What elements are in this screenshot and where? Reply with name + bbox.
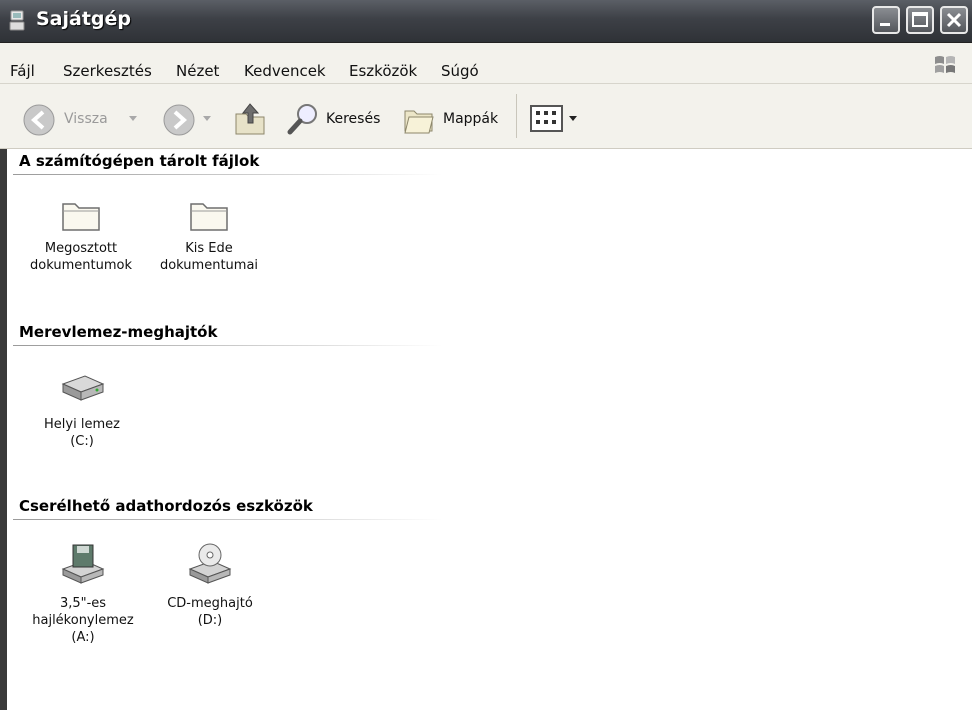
menu-edit[interactable]: Szerkesztés [63, 62, 152, 80]
menu-favorites[interactable]: Kedvencek [244, 62, 326, 80]
menu-file[interactable]: Fájl [10, 62, 35, 80]
item-label: 3,5"-es hajlékonylemez (A:) [32, 596, 134, 645]
search-icon[interactable] [286, 101, 322, 137]
maximize-button[interactable] [906, 6, 934, 34]
folders-icon[interactable] [402, 103, 438, 137]
close-icon [946, 12, 962, 28]
item-label: Helyi lemez (C:) [44, 417, 120, 449]
hard-drive-icon [61, 375, 105, 401]
minimize-button[interactable] [872, 6, 900, 34]
folders-label[interactable]: Mappák [443, 111, 498, 127]
forward-arrow-icon[interactable] [162, 103, 196, 137]
maximize-icon [912, 12, 928, 27]
cd-drive-d-item[interactable]: CD-meghajtó (D:) [152, 541, 268, 629]
my-computer-icon [9, 10, 25, 31]
toolbar-separator [516, 94, 517, 138]
search-label[interactable]: Keresés [326, 111, 380, 127]
title-bar[interactable]: Sajátgép [0, 0, 972, 43]
menu-view[interactable]: Nézet [176, 62, 219, 80]
menu-tools[interactable]: Eszközök [349, 62, 417, 80]
floppy-drive-icon [61, 544, 105, 584]
group-divider [13, 519, 443, 520]
forward-dropdown-icon[interactable] [202, 115, 212, 123]
shared-documents-item[interactable]: Megosztott dokumentumok [16, 196, 146, 274]
kis-ede-documents-item[interactable]: Kis Ede dokumentumai [150, 196, 268, 274]
up-folder-icon[interactable] [232, 100, 268, 138]
menu-bar: Fájl Szerkesztés Nézet Kedvencek Eszközö… [0, 43, 972, 84]
item-label: Kis Ede dokumentumai [159, 241, 259, 273]
window-left-border [0, 149, 7, 710]
window-title: Sajátgép [36, 8, 132, 30]
item-label: CD-meghajtó (D:) [167, 596, 253, 628]
views-icon[interactable] [530, 104, 564, 134]
item-label: Megosztott dokumentumok [30, 241, 132, 273]
close-button[interactable] [940, 6, 968, 34]
group-header-removable: Cserélhető adathordozós eszközök [19, 497, 313, 515]
floppy-drive-a-item[interactable]: 3,5"-es hajlékonylemez (A:) [18, 541, 148, 646]
menu-help[interactable]: Súgó [441, 62, 479, 80]
group-divider [13, 174, 443, 175]
cd-drive-icon [188, 543, 232, 584]
local-disk-c-item[interactable]: Helyi lemez (C:) [30, 370, 134, 450]
folder-icon [190, 203, 228, 231]
back-dropdown-icon[interactable] [128, 115, 138, 123]
back-label[interactable]: Vissza [64, 111, 108, 127]
windows-logo-icon [935, 56, 955, 73]
group-header-stored-files: A számítógépen tárolt fájlok [19, 152, 260, 170]
explorer-window: Sajátgép Fájl Szerkesztés Nézet Kedvence… [0, 0, 972, 710]
minimize-icon [880, 23, 890, 26]
group-divider [13, 345, 443, 346]
back-arrow-icon[interactable] [22, 103, 56, 137]
views-dropdown-icon[interactable] [568, 115, 578, 123]
group-header-hard-drives: Merevlemez-meghajtók [19, 323, 218, 341]
folder-icon [62, 203, 100, 231]
